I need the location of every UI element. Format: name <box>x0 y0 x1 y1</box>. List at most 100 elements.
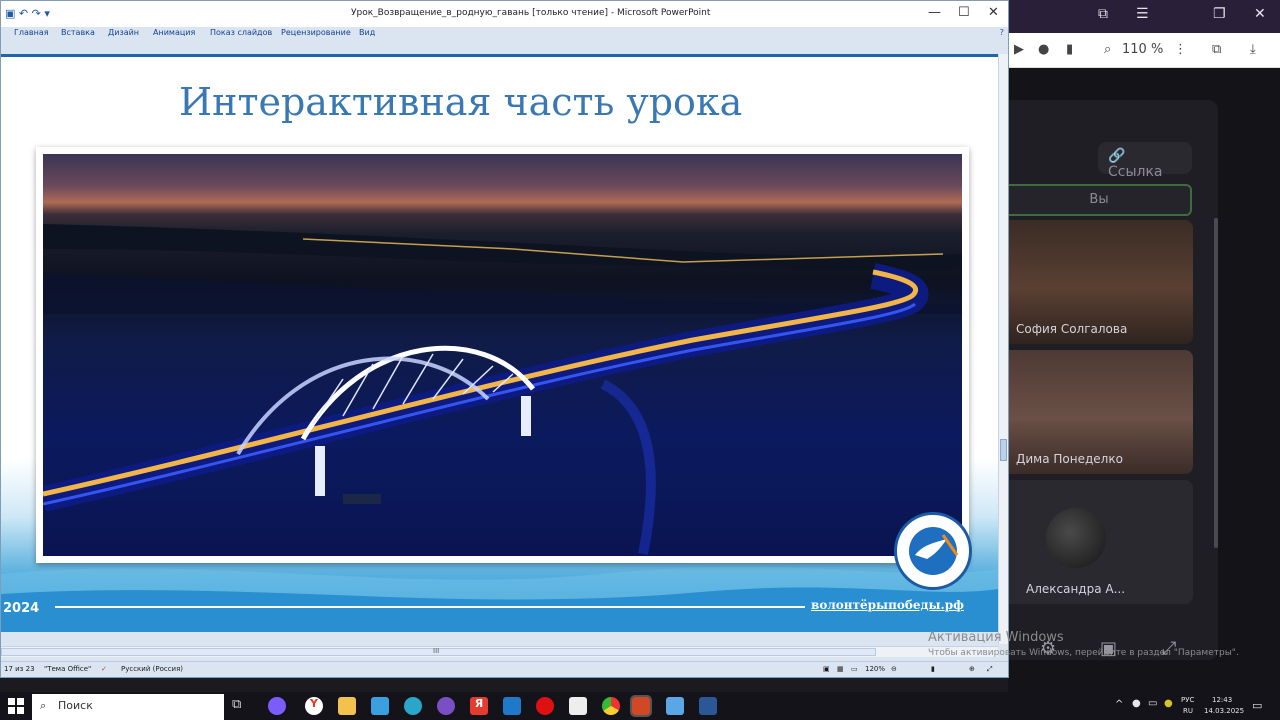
window-title: Урок_Возвращение_в_родную_гавань [только… <box>351 8 711 18</box>
zoom-in-icon[interactable]: ⊕ <box>969 665 975 673</box>
download-icon[interactable]: ⤓ <box>1250 42 1256 57</box>
bridge-illustration <box>43 224 962 555</box>
link-button-label: Ссылка <box>1108 164 1163 180</box>
tab-animation[interactable]: Анимация <box>153 28 195 37</box>
maximize-icon[interactable]: ☐ <box>958 5 970 20</box>
taskbar-search[interactable]: ⌕ Поиск <box>32 694 224 720</box>
more-icon[interactable]: ⋮ <box>1174 42 1187 57</box>
edge-icon[interactable] <box>404 697 422 715</box>
viber-icon[interactable] <box>437 697 455 715</box>
participant-name: Дима Понеделко <box>1016 452 1123 466</box>
activation-watermark-text: Чтобы активировать Windows, перейдите в … <box>928 648 1239 658</box>
restore-icon[interactable]: ❐ <box>1213 6 1226 22</box>
zoom-slider[interactable]: ▮ <box>931 665 935 673</box>
bookmark-icon[interactable]: ▮ <box>1066 42 1073 57</box>
you-tab[interactable]: Вы <box>1008 184 1192 216</box>
browser-toolbar: ▶ ● ▮ ⌕ 110 % ⋮ ⧉ ⤓ <box>1008 33 1280 68</box>
undo-icon[interactable]: ↶ <box>19 7 28 20</box>
bookmarks-icon[interactable]: ⧉ <box>1098 6 1108 22</box>
language-indicator[interactable]: РУС <box>1181 696 1194 704</box>
powerpoint-icon[interactable] <box>630 695 652 717</box>
slide-top-line <box>1 54 998 57</box>
bridge-photo <box>43 154 962 556</box>
vertical-scrollbar[interactable] <box>998 54 1008 644</box>
task-view-icon[interactable]: ⧉ <box>232 697 250 715</box>
tab-view[interactable]: Вид <box>359 28 375 37</box>
save-icon[interactable]: ▣ <box>5 7 15 20</box>
quick-access-toolbar: ▣ ↶ ↷ ▾ <box>5 7 50 20</box>
collections-icon[interactable]: ⧉ <box>1212 42 1221 57</box>
normal-view-icon[interactable]: ▣ <box>823 665 830 673</box>
microphone-tray-icon[interactable]: ● <box>1132 698 1141 709</box>
sorter-view-icon[interactable]: ▦ <box>837 665 844 673</box>
photo-frame <box>36 147 969 563</box>
clock-time[interactable]: 12:43 <box>1212 696 1232 704</box>
panel-scrollbar[interactable] <box>1214 218 1218 548</box>
tab-home[interactable]: Главная <box>14 28 49 37</box>
volunteers-logo <box>894 512 972 590</box>
battery-icon[interactable]: ▭ <box>1148 698 1157 709</box>
paint-icon[interactable] <box>666 697 684 715</box>
chrome-icon[interactable] <box>602 697 620 715</box>
participant-name: Александра А... <box>1026 582 1126 596</box>
participant-tile[interactable]: София Солгалова <box>1008 220 1193 344</box>
file-explorer-icon[interactable] <box>338 697 356 715</box>
microphone-icon[interactable]: ● <box>1038 42 1049 57</box>
taskbar: ⌕ Поиск ⧉ Y Я ^ ● ▭ ● РУС RU 12:43 14.03… <box>0 692 1280 720</box>
help-icon[interactable]: ? <box>1000 28 1004 37</box>
store-icon[interactable] <box>371 697 389 715</box>
participant-name: София Солгалова <box>1016 322 1128 336</box>
customize-icon[interactable]: ▾ <box>44 7 50 20</box>
powerpoint-window: ▣ ↶ ↷ ▾ Урок_Возвращение_в_родную_гавань… <box>0 0 1009 678</box>
close-icon[interactable]: ✕ <box>988 5 999 20</box>
zoom-level[interactable]: 110 % <box>1122 42 1163 57</box>
browser-window: ⧉ ☰ ❐ ✕ ▶ ● ▮ ⌕ 110 % ⋮ ⧉ ⤓ 🔗 Ссылка Вы … <box>1008 0 1280 692</box>
participants-panel: 🔗 Ссылка Вы София Солгалова Дима Понедел… <box>1008 100 1218 660</box>
tray-chevron-icon[interactable]: ^ <box>1115 699 1123 710</box>
horizontal-scrollbar[interactable]: III <box>1 646 998 657</box>
search-placeholder: Поиск <box>58 699 93 712</box>
tab-design[interactable]: Дизайн <box>108 28 139 37</box>
close-icon[interactable]: ✕ <box>1254 6 1266 22</box>
zoom-icon: ⌕ <box>1104 42 1112 57</box>
ribbon-tabs: Главная Вставка Дизайн Анимация Показ сл… <box>1 27 1008 41</box>
yandex-icon[interactable]: Я <box>470 697 488 715</box>
document-icon[interactable] <box>569 697 587 715</box>
language-status[interactable]: Русский (Россия) <box>121 665 183 673</box>
alice-icon[interactable] <box>268 697 286 715</box>
tab-slideshow[interactable]: Показ слайдов <box>210 28 272 37</box>
word-icon[interactable] <box>699 697 717 715</box>
redo-icon[interactable]: ↷ <box>32 7 41 20</box>
zoom-out-icon[interactable]: ⊖ <box>891 665 897 673</box>
windows-start-icon[interactable] <box>8 698 24 714</box>
language-indicator-2: RU <box>1183 707 1193 715</box>
participant-tile[interactable]: Александра А... <box>1008 480 1193 604</box>
notifications-icon[interactable]: ▭ <box>1252 699 1262 712</box>
spellcheck-icon[interactable]: ✓ <box>101 665 107 673</box>
yandex-disk-icon[interactable]: ● <box>1164 698 1173 709</box>
website-link[interactable]: волонтёрыпобеды.рф <box>811 598 964 612</box>
status-bar: 17 из 23 "Тема Office" ✓ Русский (Россия… <box>1 661 1008 677</box>
search-icon: ⌕ <box>40 699 47 712</box>
participant-tile[interactable]: Дима Понеделко <box>1008 350 1193 474</box>
tab-review[interactable]: Рецензирование <box>281 28 351 37</box>
opera-icon[interactable] <box>536 697 554 715</box>
camera-icon[interactable]: ▶ <box>1014 42 1024 57</box>
vertical-scroll-thumb[interactable] <box>1000 439 1007 461</box>
dove-icon <box>909 527 959 575</box>
link-button[interactable]: 🔗 Ссылка <box>1098 142 1192 180</box>
tab-insert[interactable]: Вставка <box>61 28 95 37</box>
yandex-browser-icon[interactable]: Y <box>305 697 323 715</box>
fit-window-icon[interactable]: ⤢ <box>987 665 993 674</box>
menu-icon[interactable]: ☰ <box>1136 6 1149 22</box>
outlook-icon[interactable] <box>503 697 521 715</box>
titlebar: ▣ ↶ ↷ ▾ Урок_Возвращение_в_родную_гавань… <box>1 1 1008 27</box>
slide-counter: 17 из 23 <box>4 665 35 673</box>
minimize-icon[interactable]: — <box>928 5 941 20</box>
clock-date[interactable]: 14.03.2025 <box>1204 707 1244 715</box>
zoom-value[interactable]: 120% <box>865 665 885 673</box>
browser-titlebar: ⧉ ☰ ❐ ✕ <box>1008 0 1280 33</box>
slideshow-view-icon[interactable]: ▭ <box>851 665 858 673</box>
scroll-grip: III <box>433 647 440 655</box>
slide-title: Интерактивная часть урока <box>179 80 743 124</box>
